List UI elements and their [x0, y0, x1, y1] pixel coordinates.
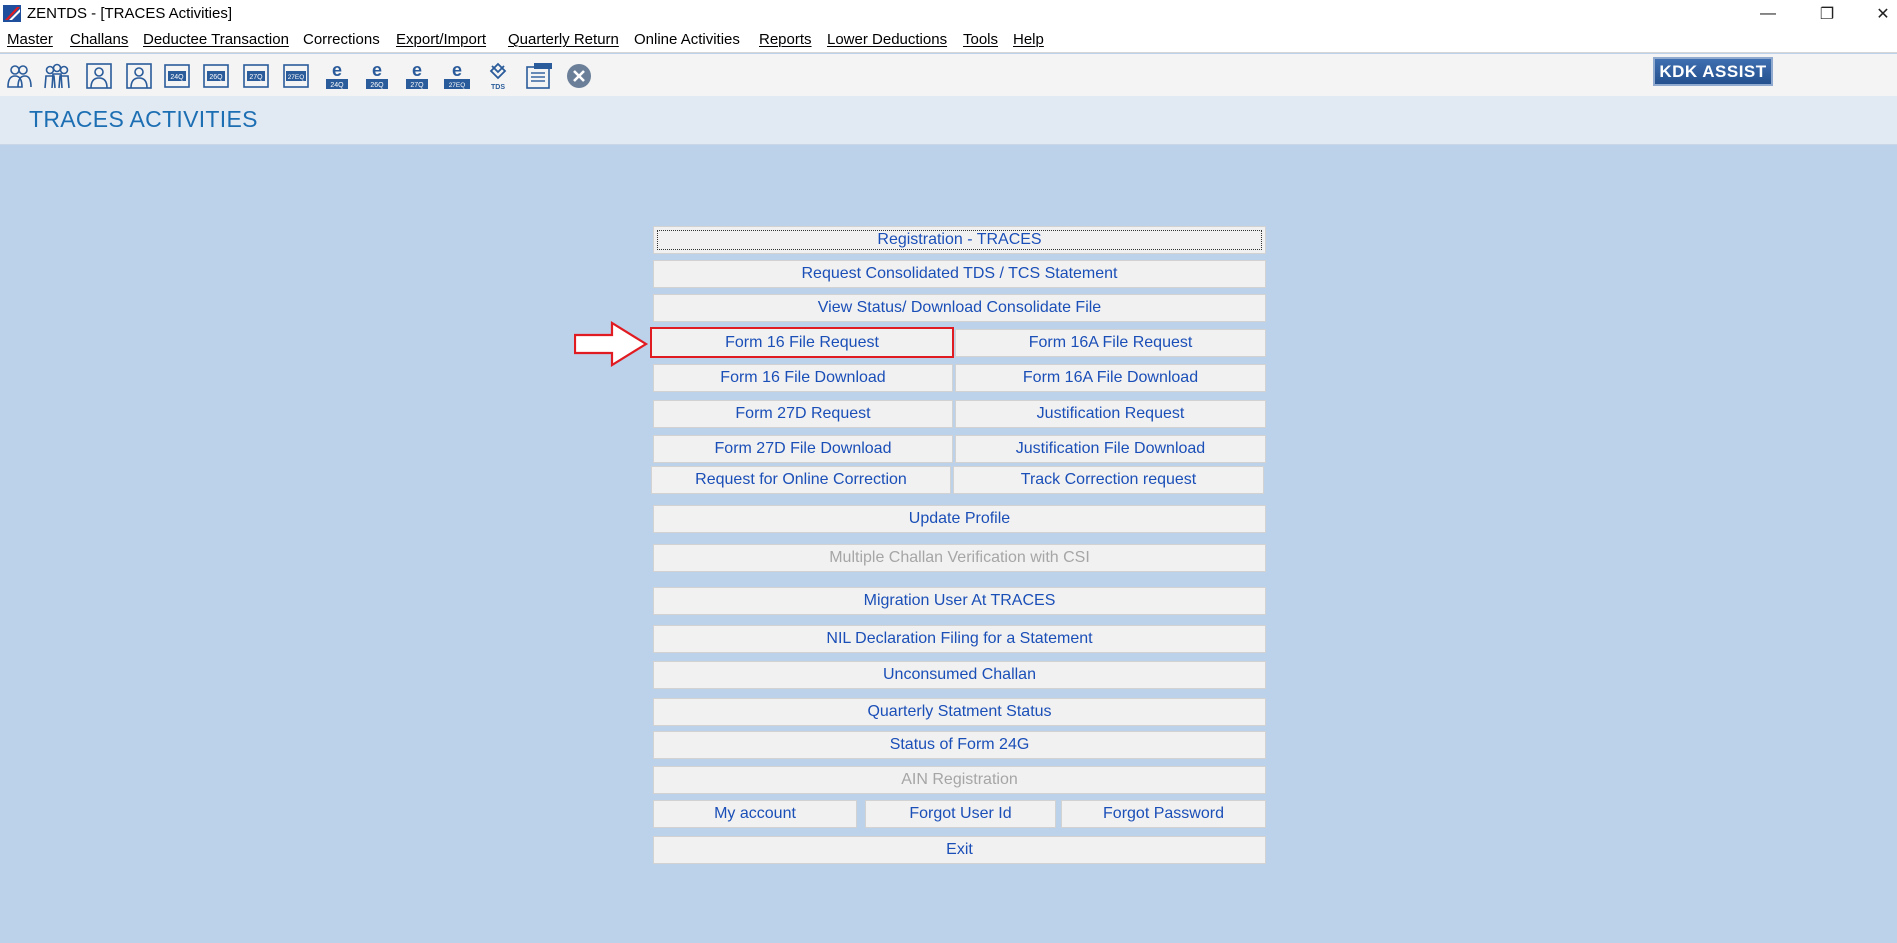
close-circle-icon[interactable] — [564, 61, 594, 91]
menu-quarterly-return[interactable]: Quarterly Return — [508, 31, 619, 48]
close-icon: ✕ — [1876, 5, 1890, 23]
kdk-assist-button[interactable]: KDK ASSIST — [1653, 57, 1773, 86]
e-27eq-label: 27EQ — [449, 82, 466, 89]
restore-icon: ❐ — [1819, 5, 1835, 23]
toolbar: 24Q 26Q 27Q 27EQ e 24Q e 26Q e 27Q e 27E… — [0, 54, 1897, 96]
minimize-icon: — — [1760, 4, 1776, 22]
deductee-group-icon[interactable] — [42, 61, 72, 91]
menu-export-import[interactable]: Export/Import — [396, 31, 486, 48]
nil-declaration-button[interactable]: NIL Declaration Filing for a Statement — [653, 625, 1266, 653]
deductee-icon[interactable] — [84, 61, 114, 91]
deductor-icon[interactable] — [4, 61, 34, 91]
form-26q-label: 26Q — [209, 74, 223, 81]
app-logo-icon — [3, 5, 21, 22]
tds-label: TDS — [491, 84, 505, 91]
migration-user-button[interactable]: Migration User At TRACES — [653, 587, 1266, 615]
menu-help[interactable]: Help — [1013, 31, 1044, 48]
exit-button[interactable]: Exit — [653, 836, 1266, 864]
menu-lower-deductions[interactable]: Lower Deductions — [827, 31, 947, 48]
track-correction-request-button[interactable]: Track Correction request — [953, 466, 1264, 494]
notes-icon[interactable] — [524, 61, 554, 91]
quarterly-statement-status-button[interactable]: Quarterly Statment Status — [653, 698, 1266, 726]
form16-file-download-button[interactable]: Form 16 File Download — [653, 364, 953, 392]
employee-icon[interactable] — [124, 61, 154, 91]
window-title: ZENTDS - [TRACES Activities] — [27, 5, 233, 22]
menu-corrections[interactable]: Corrections — [303, 31, 380, 48]
tds-icon[interactable]: TDS — [483, 61, 513, 91]
e-27q-label: 27Q — [410, 82, 424, 89]
minimize-button[interactable]: — — [1745, 0, 1791, 27]
title-bar: ZENTDS - [TRACES Activities] — ❐ ✕ — [0, 0, 1897, 27]
my-account-button[interactable]: My account — [653, 800, 857, 828]
menu-bar: Master Challans Deductee Transaction Cor… — [0, 27, 1897, 53]
menu-reports[interactable]: Reports — [759, 31, 812, 48]
e-26q-icon[interactable]: e 26Q — [362, 61, 392, 91]
e-24q-icon[interactable]: e 24Q — [322, 61, 352, 91]
menu-deductee-transaction[interactable]: Deductee Transaction — [143, 31, 289, 48]
form16a-file-request-button[interactable]: Form 16A File Request — [955, 329, 1266, 357]
forgot-user-id-button[interactable]: Forgot User Id — [865, 800, 1056, 828]
svg-text:e: e — [372, 61, 382, 80]
status-form-24g-button[interactable]: Status of Form 24G — [653, 731, 1266, 759]
form-27eq-icon[interactable]: 27EQ — [281, 61, 311, 91]
e-24q-label: 24Q — [330, 82, 344, 89]
page-header: TRACES ACTIVITIES — [0, 96, 1897, 145]
form27d-request-button[interactable]: Form 27D Request — [653, 400, 953, 428]
form-27q-icon[interactable]: 27Q — [241, 61, 271, 91]
svg-text:e: e — [412, 61, 422, 80]
request-consolidated-statement-button[interactable]: Request Consolidated TDS / TCS Statement — [653, 260, 1266, 288]
multiple-challan-verification-button: Multiple Challan Verification with CSI — [653, 544, 1266, 572]
page-title: TRACES ACTIVITIES — [29, 106, 258, 132]
request-online-correction-button[interactable]: Request for Online Correction — [651, 466, 951, 494]
registration-traces-button[interactable]: Registration - TRACES — [653, 226, 1266, 254]
e-27q-icon[interactable]: e 27Q — [402, 61, 432, 91]
view-status-download-button[interactable]: View Status/ Download Consolidate File — [653, 294, 1266, 322]
form16-file-request-button[interactable]: Form 16 File Request — [650, 327, 954, 358]
menu-challans[interactable]: Challans — [70, 31, 128, 48]
forgot-password-button[interactable]: Forgot Password — [1061, 800, 1266, 828]
menu-tools[interactable]: Tools — [963, 31, 998, 48]
menu-online-activities[interactable]: Online Activities — [634, 31, 740, 48]
form27d-file-download-button[interactable]: Form 27D File Download — [653, 435, 953, 463]
justification-request-button[interactable]: Justification Request — [955, 400, 1266, 428]
form16a-file-download-button[interactable]: Form 16A File Download — [955, 364, 1266, 392]
red-arrow-annotation — [574, 321, 649, 367]
form-24q-icon[interactable]: 24Q — [162, 61, 192, 91]
update-profile-button[interactable]: Update Profile — [653, 505, 1266, 533]
justification-file-download-button[interactable]: Justification File Download — [955, 435, 1266, 463]
svg-text:e: e — [332, 61, 342, 80]
form-26q-icon[interactable]: 26Q — [201, 61, 231, 91]
close-window-button[interactable]: ✕ — [1860, 0, 1897, 27]
svg-text:e: e — [452, 61, 462, 80]
unconsumed-challan-button[interactable]: Unconsumed Challan — [653, 661, 1266, 689]
form-27q-label: 27Q — [249, 74, 263, 81]
restore-button[interactable]: ❐ — [1804, 0, 1850, 27]
form-24q-label: 24Q — [170, 74, 184, 81]
menu-master[interactable]: Master — [7, 31, 53, 48]
form-27eq-label: 27EQ — [288, 74, 305, 81]
e-26q-label: 26Q — [370, 82, 384, 89]
ain-registration-button: AIN Registration — [653, 766, 1266, 794]
e-27eq-icon[interactable]: e 27EQ — [442, 61, 472, 91]
